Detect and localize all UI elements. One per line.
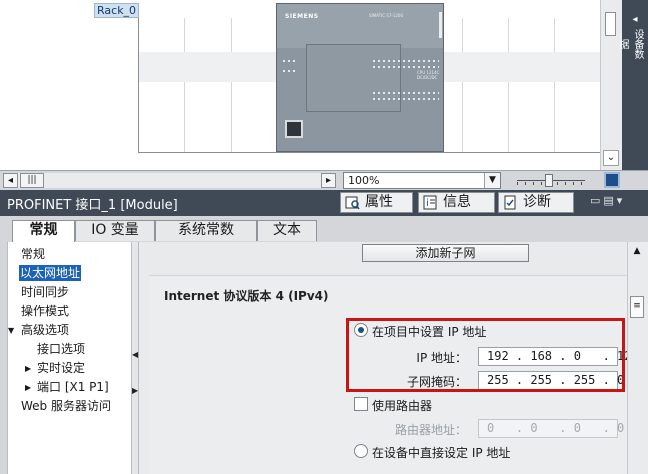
cpu-type: CPU 1214C DC/DC/DC [417,70,440,80]
rack-slot-divider [231,18,232,152]
window-controls-icon[interactable]: ▭▤▾ [590,194,625,207]
info-icon: i [423,195,437,210]
cpu-io-led-row [373,66,439,68]
rack-label[interactable]: Rack_0 [94,3,140,18]
scroll-left-arrow-icon[interactable]: ◂ [3,173,18,188]
router-address-label: 路由器地址： [394,423,467,437]
rack-slot-divider [462,18,463,152]
nav-item-general[interactable]: 常规 [21,246,45,262]
content-vertical-scrollbar[interactable] [627,242,648,474]
subtab-io-tags[interactable]: IO 变量 [75,220,155,241]
inspector-header: PROFINET 接口_1 [Module] 属性 i 信息 诊断 ▭▤▾ [0,190,648,216]
collapse-caret-icon[interactable]: ▼ [8,326,14,335]
cpu-io-led-row [373,60,439,62]
scrollbar-thumb[interactable] [605,12,616,36]
expand-right-arrow-icon[interactable]: ▶ [132,386,138,398]
horizontal-scroll-thumb[interactable]: ||| [20,173,44,188]
subtab-general[interactable]: 常规 [12,220,75,243]
svg-text:i: i [426,198,429,209]
nav-item-interface-options[interactable]: 接口选项 [37,341,85,357]
nav-item-realtime-settings[interactable]: 实时设定 [37,360,85,376]
expand-caret-icon[interactable]: ▶ [25,383,31,392]
property-nav-tree: 常规 以太网地址 时间同步 操作模式 ▼ 高级选项 接口选项 ▶ 实时设定 ▶ … [7,242,131,474]
cpu-led-row [283,70,297,72]
module-title: PROFINET 接口_1 [Module] [7,198,178,213]
radio-set-ip-on-device-label: 在设备中直接设定 IP 地址 [372,446,511,460]
cpu-io-led-row [373,92,439,94]
cpu-io-led-row [373,98,439,100]
use-router-checkbox[interactable] [354,397,368,411]
cpu-top-panel [277,4,443,48]
profinet-port-icon[interactable] [285,120,303,138]
subtab-system-constants[interactable]: 系统常数 [155,220,257,241]
subnet-area: 添加新子网 [149,242,627,274]
properties-icon [345,196,360,210]
section-title: Internet 协议版本 4 (IPv4) [164,289,329,303]
tab-info-label: 信息 [443,194,471,210]
tab-properties[interactable]: 属性 [340,192,413,213]
expand-caret-icon[interactable]: ▶ [25,364,31,373]
radio-set-ip-on-device[interactable] [354,444,368,458]
rack-slot-divider [508,18,509,152]
nav-item-web-server-access[interactable]: Web 服务器访问 [21,398,111,414]
dropdown-arrow-icon[interactable]: ▼ [484,173,500,188]
cpu-front-cover [306,44,401,112]
router-address-input[interactable]: 0 . 0 . 0 . 0 [478,419,624,438]
scroll-up-arrow-icon[interactable]: ▲ [629,246,645,260]
device-view-canvas[interactable]: Rack_0 SIEMENS SIMATIC S7-1200 CPU 1214C… [0,0,622,170]
cpu-led-row [283,60,297,62]
collapse-left-arrow-icon[interactable]: ◀ [132,350,138,362]
zoom-value: 100% [348,174,380,187]
add-new-subnet-button[interactable]: 添加新子网 [362,244,529,262]
rack-rail [138,18,139,153]
cpu-brand: SIEMENS [285,13,319,20]
cpu-handle [439,12,442,38]
nav-item-advanced-options[interactable]: 高级选项 [21,322,69,338]
tab-diagnostics-label: 诊断 [523,194,551,210]
zoom-select[interactable]: 100% ▼ [343,172,501,189]
task-card-strip: ◂ 设备数据 [617,0,648,170]
cpu-module[interactable]: SIEMENS SIMATIC S7-1200 CPU 1214C DC/DC/… [276,3,444,152]
rack-slot-divider [184,18,185,152]
tab-properties-label: 属性 [365,194,393,210]
scroll-down-arrow-icon[interactable]: ⌄ [603,150,619,166]
diagnostics-icon [504,195,516,210]
rack-bottom-rail [138,152,600,153]
subtab-texts[interactable]: 文本 [257,220,317,241]
nav-item-ethernet-addresses[interactable]: 以太网地址 [19,265,82,281]
nav-item-port[interactable]: 端口 [X1 P1] [37,379,109,395]
expand-chevron-icon[interactable]: ◂ [622,14,648,25]
nav-item-time-sync[interactable]: 时间同步 [21,284,69,300]
tab-diagnostics[interactable]: 诊断 [498,192,574,213]
cpu-model: SIMATIC S7-1200 [369,13,403,18]
scroll-right-arrow-icon[interactable]: ▸ [321,173,336,188]
zoom-fit-icon[interactable] [604,172,620,188]
side-tab-device-data[interactable]: 设备数据 [617,26,645,62]
tab-info[interactable]: i 信息 [418,192,495,213]
subtab-bar: 常规 IO 变量 系统常数 文本 [0,216,648,243]
nav-item-operating-mode[interactable]: 操作模式 [21,303,69,319]
annotation-highlight-box [346,318,625,392]
scrollbar-thumb[interactable]: ≡ [630,296,644,318]
use-router-label: 使用路由器 [372,399,433,413]
rack-slot-divider [554,18,555,152]
view-toolbar: ◂ ||| ▸ 100% ▼ [0,170,648,190]
zoom-slider-knob[interactable] [545,174,553,187]
horizontal-scroll-track[interactable] [18,173,321,188]
